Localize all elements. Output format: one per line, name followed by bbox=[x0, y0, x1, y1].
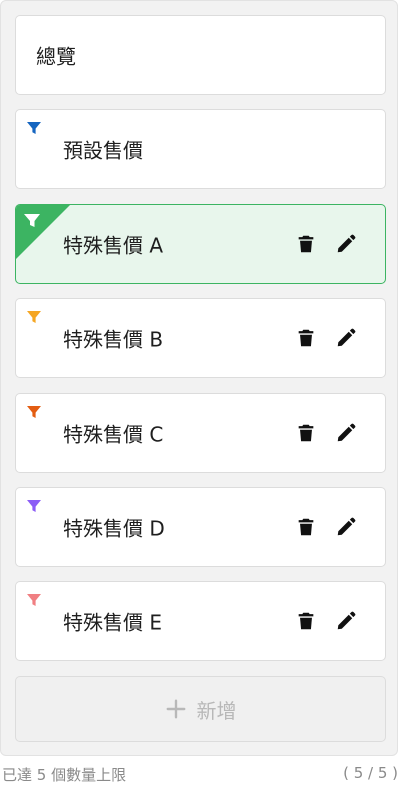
special-price-item[interactable]: 特殊售價 E bbox=[15, 581, 386, 661]
filter-icon bbox=[27, 500, 41, 512]
trash-icon[interactable] bbox=[295, 516, 317, 538]
filter-icon bbox=[27, 122, 41, 134]
trash-icon[interactable] bbox=[295, 422, 317, 444]
pencil-icon[interactable] bbox=[335, 516, 357, 538]
add-button[interactable]: 新增 bbox=[15, 676, 386, 742]
special-price-label: 特殊售價 D bbox=[63, 516, 165, 541]
trash-icon[interactable] bbox=[295, 610, 317, 632]
overview-item[interactable]: 總覽 bbox=[15, 15, 386, 95]
footer: 已達 5 個數量上限 ( 5 / 5 ) bbox=[0, 764, 400, 788]
pencil-icon[interactable] bbox=[335, 422, 357, 444]
overview-label: 總覽 bbox=[36, 44, 76, 69]
item-actions bbox=[295, 327, 357, 349]
filter-icon bbox=[27, 594, 41, 606]
special-price-item[interactable]: 特殊售價 A bbox=[15, 204, 386, 284]
filter-icon bbox=[27, 406, 41, 418]
pencil-icon[interactable] bbox=[335, 327, 357, 349]
special-price-item[interactable]: 特殊售價 C bbox=[15, 393, 386, 473]
trash-icon[interactable] bbox=[295, 327, 317, 349]
item-actions bbox=[295, 233, 357, 255]
add-button-label: 新增 bbox=[196, 698, 237, 723]
item-actions bbox=[295, 516, 357, 538]
default-price-item[interactable]: 預設售價 bbox=[15, 109, 386, 189]
special-price-item[interactable]: 特殊售價 D bbox=[15, 487, 386, 567]
selected-corner-flag bbox=[16, 205, 70, 259]
item-actions bbox=[295, 422, 357, 444]
price-list-panel: 總覽 預設售價 特殊售價 A 特殊售價 B 特殊售價 C 特殊售價 D 特殊售價… bbox=[0, 0, 398, 756]
special-price-label: 特殊售價 A bbox=[63, 233, 164, 258]
pencil-icon[interactable] bbox=[335, 233, 357, 255]
item-count: ( 5 / 5 ) bbox=[343, 764, 398, 782]
special-price-item[interactable]: 特殊售價 B bbox=[15, 298, 386, 378]
pencil-icon[interactable] bbox=[335, 610, 357, 632]
filter-icon bbox=[27, 311, 41, 323]
item-actions bbox=[295, 610, 357, 632]
special-price-label: 特殊售價 C bbox=[63, 422, 164, 447]
plus-icon bbox=[166, 699, 185, 719]
default-price-label: 預設售價 bbox=[63, 138, 143, 163]
special-price-label: 特殊售價 B bbox=[63, 327, 164, 352]
trash-icon[interactable] bbox=[295, 233, 317, 255]
limit-message: 已達 5 個數量上限 bbox=[2, 766, 127, 784]
special-price-label: 特殊售價 E bbox=[63, 610, 162, 635]
